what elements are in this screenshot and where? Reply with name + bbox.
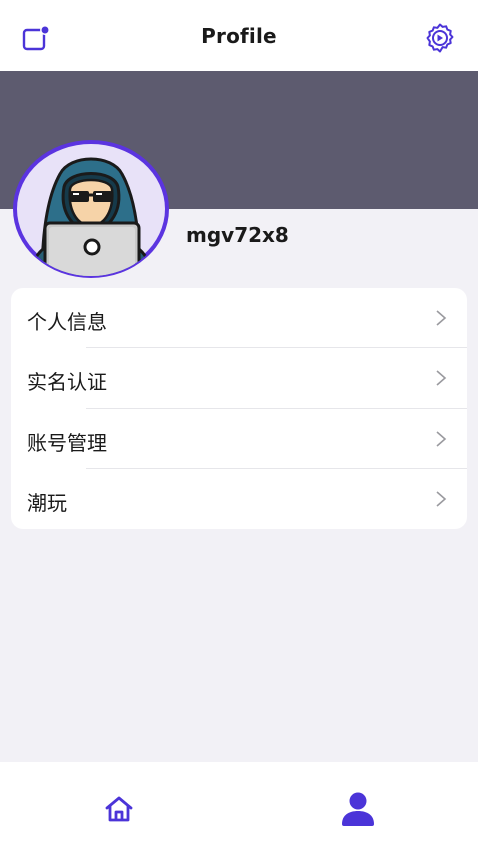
bottom-tab-bar bbox=[0, 762, 478, 850]
username: mgv72x8 bbox=[186, 223, 289, 247]
chevron-right-icon bbox=[435, 490, 447, 508]
menu-item-label: 个人信息 bbox=[27, 310, 107, 334]
menu-item-trendy-toys[interactable]: 潮玩 bbox=[11, 469, 467, 529]
page-title: Profile bbox=[201, 24, 277, 48]
user-icon[interactable] bbox=[340, 792, 376, 826]
chevron-right-icon bbox=[435, 309, 447, 327]
menu-item-account-management[interactable]: 账号管理 bbox=[11, 409, 467, 469]
home-icon[interactable] bbox=[104, 795, 134, 823]
top-bar: Profile bbox=[0, 0, 478, 71]
chevron-right-icon bbox=[435, 430, 447, 448]
settings-icon[interactable] bbox=[424, 22, 456, 54]
menu-item-label: 潮玩 bbox=[27, 490, 67, 515]
chevron-right-icon bbox=[435, 369, 447, 387]
menu-item-label: 实名认证 bbox=[27, 370, 107, 395]
menu-item-real-name-verification[interactable]: 实名认证 bbox=[11, 348, 467, 409]
avatar[interactable] bbox=[12, 139, 174, 279]
menu-item-personal-info[interactable]: 个人信息 bbox=[11, 288, 467, 349]
settings-menu: 个人信息 实名认证 账号管理 潮玩 bbox=[11, 288, 467, 529]
menu-item-label: 账号管理 bbox=[27, 430, 107, 455]
